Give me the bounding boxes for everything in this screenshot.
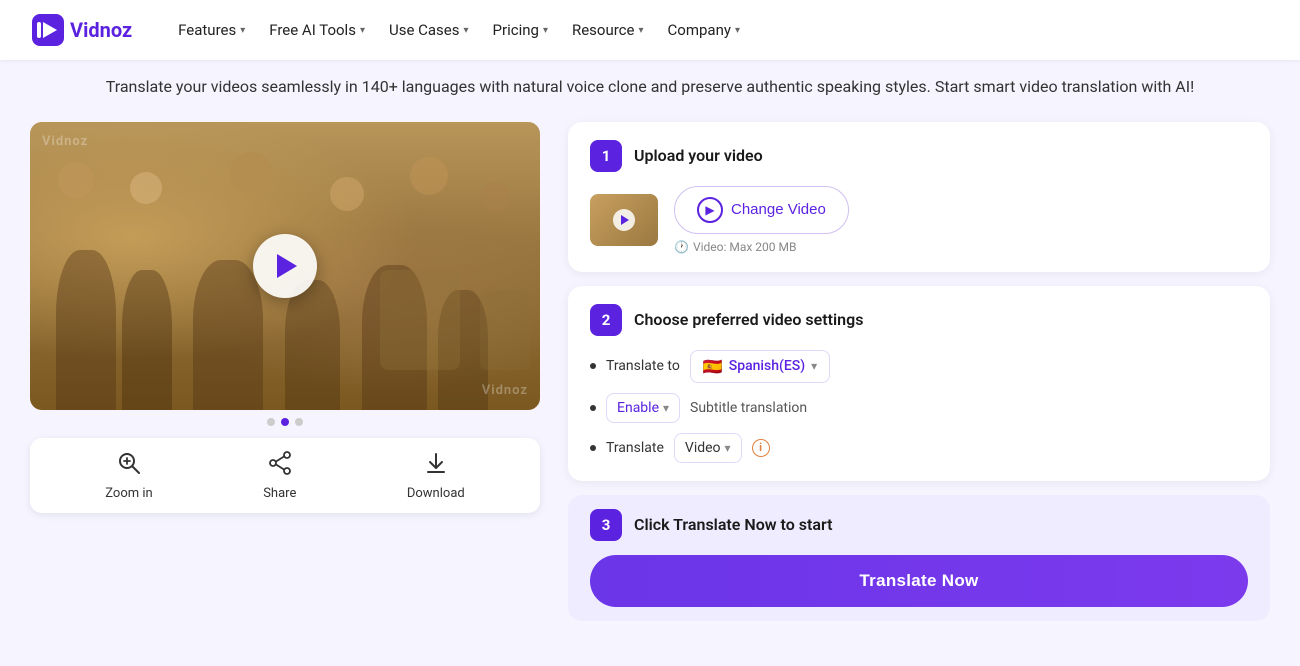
step-1-header: 1 Upload your video [590, 140, 1248, 172]
logo-icon [32, 14, 64, 46]
translate-label: Translate [606, 440, 664, 456]
chevron-down-icon: ▾ [360, 25, 365, 36]
download-icon [423, 450, 449, 482]
translate-type-row: Translate Video ▾ i [590, 433, 1248, 463]
step-3-number: 3 [590, 509, 622, 541]
flag-icon: 🇪🇸 [703, 357, 723, 376]
enable-select[interactable]: Enable ▾ [606, 393, 680, 423]
chevron-down-icon: ▾ [543, 25, 548, 36]
chevron-down-icon: ▾ [240, 25, 245, 36]
change-video-section: ▶ Change Video 🕐 Video: Max 200 MB [674, 186, 849, 254]
bullet-icon [590, 445, 596, 451]
share-label: Share [263, 486, 296, 501]
download-button[interactable]: Download [407, 450, 465, 501]
play-circle-icon: ▶ [697, 197, 723, 223]
upload-row: ▶ Change Video 🕐 Video: Max 200 MB [590, 186, 1248, 254]
step-2-title: Choose preferred video settings [634, 310, 863, 329]
step-1-number: 1 [590, 140, 622, 172]
language-name: Spanish(ES) [729, 358, 805, 374]
subtitle-row: Enable ▾ Subtitle translation [590, 393, 1248, 423]
share-button[interactable]: Share [263, 450, 296, 501]
video-controls: Zoom in Share [30, 438, 540, 513]
file-limit-text: 🕐 Video: Max 200 MB [674, 240, 849, 254]
left-panel: Vidnoz Vidnoz [30, 122, 540, 621]
translate-to-label: Translate to [606, 358, 680, 374]
nav-company[interactable]: Company ▾ [658, 15, 750, 45]
translate-now-button[interactable]: Translate Now [590, 555, 1248, 607]
step-2-header: 2 Choose preferred video settings [590, 304, 1248, 336]
brand-name: Vidnoz [70, 18, 132, 42]
step-2-number: 2 [590, 304, 622, 336]
step-3-card: 3 Click Translate Now to start Translate… [568, 495, 1270, 621]
chevron-down-icon: ▾ [811, 359, 817, 373]
step-1-title: Upload your video [634, 146, 763, 165]
subtitle-translation-label: Subtitle translation [690, 400, 1248, 416]
play-button[interactable] [253, 234, 317, 298]
nav-features[interactable]: Features ▾ [168, 15, 255, 45]
language-select[interactable]: 🇪🇸 Spanish(ES) ▾ [690, 350, 830, 383]
video-thumbnail [590, 194, 658, 246]
right-panel: 1 Upload your video ▶ Change Video 🕐 [540, 122, 1270, 621]
chevron-down-icon: ▾ [725, 441, 731, 455]
carousel-dots [30, 418, 540, 426]
zoom-in-button[interactable]: Zoom in [105, 450, 152, 501]
bullet-icon [590, 405, 596, 411]
navbar: Vidnoz Features ▾ Free AI Tools ▾ Use Ca… [0, 0, 1300, 60]
hero-subtitle: Translate your videos seamlessly in 140+… [0, 60, 1300, 112]
zoom-in-label: Zoom in [105, 486, 152, 501]
thumb-play-icon [613, 209, 635, 231]
step-2-card: 2 Choose preferred video settings Transl… [568, 286, 1270, 481]
video-player[interactable]: Vidnoz Vidnoz [30, 122, 540, 410]
chevron-down-icon: ▾ [663, 401, 669, 415]
chevron-down-icon: ▾ [638, 25, 643, 36]
watermark-bottom-right: Vidnoz [482, 383, 528, 398]
dot-1[interactable] [267, 418, 275, 426]
bullet-icon [590, 363, 596, 369]
nav-pricing[interactable]: Pricing ▾ [483, 15, 558, 45]
change-video-button[interactable]: ▶ Change Video [674, 186, 849, 234]
watermark-top-left: Vidnoz [42, 134, 88, 149]
zoom-in-icon [116, 450, 142, 482]
download-label: Download [407, 486, 465, 501]
logo[interactable]: Vidnoz [32, 14, 132, 46]
nav-resource[interactable]: Resource ▾ [562, 15, 654, 45]
nav-free-ai-tools[interactable]: Free AI Tools ▾ [259, 15, 375, 45]
play-icon [277, 254, 297, 278]
translate-to-row: Translate to 🇪🇸 Spanish(ES) ▾ [590, 350, 1248, 383]
share-icon [267, 450, 293, 482]
nav-use-cases[interactable]: Use Cases ▾ [379, 15, 479, 45]
main-content: Vidnoz Vidnoz [0, 122, 1300, 621]
clock-icon: 🕐 [674, 240, 689, 254]
nav-items: Features ▾ Free AI Tools ▾ Use Cases ▾ P… [168, 15, 1268, 45]
chevron-down-icon: ▾ [735, 25, 740, 36]
step-3-title: Click Translate Now to start [634, 515, 832, 534]
info-icon[interactable]: i [752, 439, 770, 457]
translate-type-select[interactable]: Video ▾ [674, 433, 742, 463]
step-3-header: 3 Click Translate Now to start [590, 509, 1248, 541]
dot-3[interactable] [295, 418, 303, 426]
step-1-card: 1 Upload your video ▶ Change Video 🕐 [568, 122, 1270, 272]
dot-2[interactable] [281, 418, 289, 426]
chevron-down-icon: ▾ [464, 25, 469, 36]
